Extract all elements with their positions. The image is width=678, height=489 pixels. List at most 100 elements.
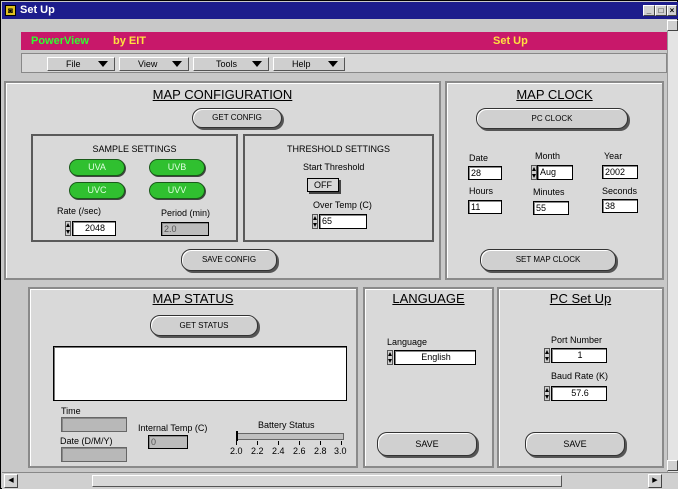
language-field[interactable]: English [394,350,476,365]
pc-setup-panel: PC Set Up Port Number 1 Baud Rate (K) 57… [497,287,664,468]
window-app-icon: ◙ [5,5,16,16]
maximize-button[interactable]: □ [655,5,667,16]
port-number-field[interactable]: 1 [551,348,607,363]
map-status-title: MAP STATUS [152,291,234,306]
uva-indicator[interactable]: UVA [69,159,125,176]
map-clock-title: MAP CLOCK [516,87,593,102]
menu-file-label: File [66,59,81,69]
battery-scale: 2.0 2.2 2.4 2.6 2.8 3.0 [230,441,350,461]
period-label: Period (min) [161,208,211,218]
baud-rate-stepper[interactable] [544,386,550,401]
hours-field[interactable]: 11 [468,200,502,214]
pc-clock-button[interactable]: PC CLOCK [476,108,628,129]
start-threshold-toggle[interactable]: OFF [307,178,339,192]
threshold-settings-title: THRESHOLD SETTINGS [286,144,390,154]
battery-tick-label: 2.8 [314,446,327,456]
rate-stepper[interactable] [65,221,71,236]
port-number-label: Port Number [551,335,603,345]
sample-settings-title: SAMPLE SETTINGS [92,144,177,154]
battery-tick-label: 2.2 [251,446,264,456]
threshold-settings-group: THRESHOLD SETTINGS Start Threshold OFF O… [243,134,434,242]
map-clock-panel: MAP CLOCK PC CLOCK Date Month Year 28 Au… [445,81,664,280]
setup-window: ◙ Set Up _ □ × PowerView by EIT Set Up F… [0,0,678,489]
minutes-field[interactable]: 55 [533,201,569,215]
map-configuration-title: MAP CONFIGURATION [152,87,293,102]
start-threshold-label: Start Threshold [303,162,365,172]
port-number-stepper[interactable] [544,348,550,363]
menu-help[interactable]: Help [273,57,345,71]
pc-setup-save-button[interactable]: SAVE [525,432,625,456]
scroll-left-icon[interactable]: ◀ [4,474,18,488]
scroll-right-icon[interactable]: ▶ [648,474,662,488]
rate-field[interactable]: 2048 [72,221,116,236]
date-readout [61,447,127,462]
internal-temp-field: 0 [148,435,188,449]
hours-label: Hours [469,186,494,196]
vertical-scrollbar[interactable] [667,20,678,472]
uvv-indicator[interactable]: UVV [149,182,205,199]
battery-tick-label: 2.4 [272,446,285,456]
year-field[interactable]: 2002 [602,165,638,179]
chevron-down-icon [172,61,182,67]
menu-help-label: Help [292,59,311,69]
period-field: 2.0 [161,222,209,236]
date-field[interactable]: 28 [468,166,502,180]
battery-status-label: Battery Status [258,420,315,430]
language-title: LANGUAGE [392,291,465,306]
month-field[interactable]: Aug [537,165,573,180]
language-panel: LANGUAGE Language English SAVE [363,287,494,468]
map-configuration-panel: MAP CONFIGURATION GET CONFIG SAMPLE SETT… [4,81,441,280]
menu-view[interactable]: View [119,57,189,71]
year-label: Year [604,151,623,161]
window-titlebar[interactable]: ◙ Set Up _ □ × [2,2,678,19]
chevron-down-icon [252,61,262,67]
uvc-indicator[interactable]: UVC [69,182,125,199]
pc-setup-title: PC Set Up [549,291,612,306]
window-title: Set Up [20,4,55,16]
over-temp-field[interactable]: 65 [319,214,367,229]
date-label: Date [469,153,489,163]
scroll-down-button[interactable] [667,460,678,471]
seconds-label: Seconds [602,186,638,196]
vendor-name: by EIT [113,35,147,47]
status-output-box[interactable] [53,346,347,401]
chevron-down-icon [98,61,108,67]
battery-tick-label: 2.6 [293,446,306,456]
save-config-button[interactable]: SAVE CONFIG [181,249,277,271]
horizontal-scrollbar[interactable]: ◀ ▶ [2,472,678,489]
language-save-button[interactable]: SAVE [377,432,477,456]
menu-view-label: View [138,59,158,69]
scroll-up-button[interactable] [667,20,678,31]
map-status-panel: MAP STATUS GET STATUS Time Date (D/M/Y) … [28,287,358,468]
battery-status-bar [236,433,344,440]
get-config-button[interactable]: GET CONFIG [192,108,282,128]
minimize-button[interactable]: _ [643,5,655,16]
over-temp-label: Over Temp (C) [313,200,372,210]
baud-rate-field[interactable]: 57.6 [551,386,607,401]
menu-tools[interactable]: Tools [193,57,269,71]
internal-temp-label: Internal Temp (C) [138,423,208,433]
over-temp-stepper[interactable] [312,214,318,229]
time-readout [61,417,127,432]
battery-level-marker [236,431,238,441]
language-stepper[interactable] [387,350,393,365]
baud-rate-label: Baud Rate (K) [551,371,609,381]
seconds-field[interactable]: 38 [602,199,638,213]
menu-bar: File View Tools Help [21,53,667,73]
set-map-clock-button[interactable]: SET MAP CLOCK [480,249,616,271]
rate-label: Rate (/sec) [57,206,102,216]
minutes-label: Minutes [533,187,565,197]
date-dmy-label: Date (D/M/Y) [60,436,113,446]
uvb-indicator[interactable]: UVB [149,159,205,176]
sample-settings-group: SAMPLE SETTINGS UVA UVB UVC UVV Rate (/s… [31,134,238,242]
scroll-thumb[interactable] [92,475,562,487]
app-banner: PowerView by EIT Set Up [21,32,667,50]
time-label: Time [61,406,81,416]
menu-file[interactable]: File [47,57,115,71]
product-name: PowerView [31,35,89,47]
chevron-down-icon [328,61,338,67]
close-button[interactable]: × [667,5,677,16]
battery-tick-label: 2.0 [230,446,243,456]
menu-tools-label: Tools [216,59,238,69]
get-status-button[interactable]: GET STATUS [150,315,258,336]
